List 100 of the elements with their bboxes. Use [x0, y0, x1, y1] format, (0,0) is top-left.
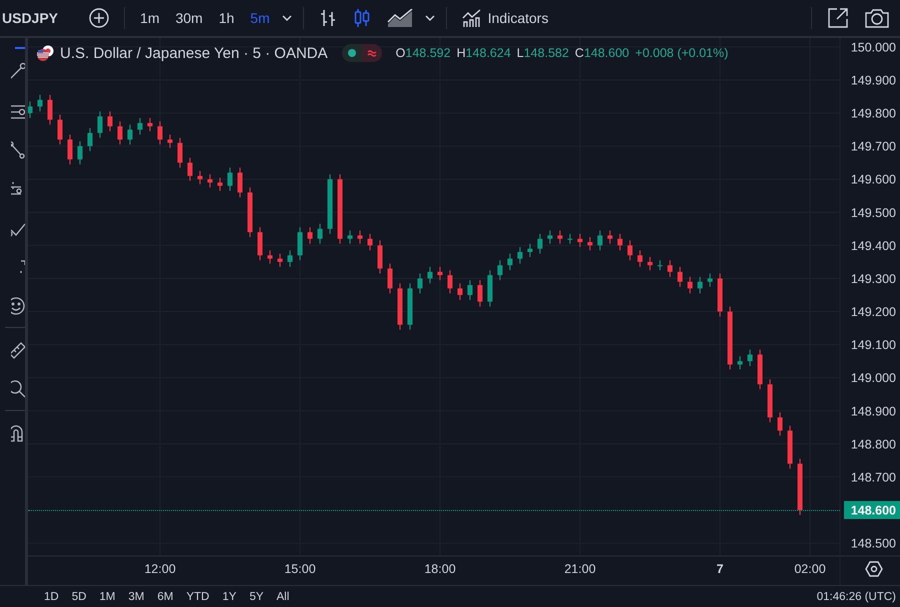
- time-label: 15:00: [284, 562, 316, 576]
- bars-icon: [318, 8, 337, 28]
- range-button[interactable]: 1Y: [222, 590, 236, 602]
- candle: [278, 253, 282, 268]
- candle: [498, 260, 502, 281]
- candles-icon: [352, 8, 371, 28]
- candle: [658, 260, 662, 271]
- interval-button[interactable]: 30m: [170, 6, 208, 30]
- candle: [488, 270, 492, 308]
- candle: [298, 226, 302, 261]
- time-label: 18:00: [424, 562, 456, 576]
- interval-button[interactable]: 5m: [245, 6, 275, 30]
- candle: [358, 230, 362, 244]
- price-label: 150.000: [850, 40, 896, 54]
- ohlc-value: L148.582: [516, 46, 569, 60]
- candle: [148, 118, 152, 132]
- price-label: 148.900: [850, 404, 896, 418]
- candle: [108, 110, 112, 132]
- interval-button[interactable]: 1m: [135, 6, 164, 30]
- candle: [68, 134, 72, 165]
- dot-icon: [348, 49, 356, 57]
- price-label: 149.100: [850, 338, 896, 352]
- ohlc-value: O148.592: [396, 46, 451, 60]
- time-label: 21:00: [564, 562, 596, 576]
- settings-icon[interactable]: [865, 561, 883, 577]
- candle: [218, 177, 222, 192]
- candle: [458, 282, 462, 300]
- candle: [618, 233, 622, 251]
- candle: [88, 127, 92, 152]
- range-button[interactable]: 3M: [128, 590, 144, 602]
- candle: [128, 124, 132, 145]
- camera-icon: [865, 8, 889, 28]
- price-label: 149.900: [850, 74, 896, 88]
- candle: [158, 120, 162, 145]
- range-button[interactable]: YTD: [186, 590, 210, 602]
- price-label: 149.000: [850, 371, 896, 386]
- candle: [478, 280, 482, 308]
- candle: [688, 276, 692, 294]
- candle: [238, 167, 242, 198]
- candle: [798, 458, 802, 516]
- area-chart-icon: [386, 9, 413, 27]
- candle: [168, 134, 172, 148]
- status-pill[interactable]: [342, 44, 382, 62]
- price-label: 149.700: [850, 140, 896, 154]
- crosshair-icon[interactable]: [15, 44, 25, 52]
- candle: [228, 167, 232, 192]
- candle: [668, 260, 672, 278]
- candle: [708, 273, 712, 288]
- candle: [318, 223, 322, 244]
- indicators-button[interactable]: Indicators: [456, 4, 554, 32]
- range-button[interactable]: 1D: [44, 590, 59, 602]
- range-button[interactable]: All: [276, 590, 290, 602]
- candle: [718, 273, 722, 317]
- price-label: 149.800: [850, 106, 896, 121]
- candle: [778, 412, 782, 436]
- time-label: 12:00: [144, 562, 176, 576]
- clock-time[interactable]: 01:46:26 (UTC): [816, 590, 896, 602]
- symbol-name[interactable]: USDJPY: [0, 10, 78, 26]
- candle: [788, 425, 792, 470]
- candle: [268, 250, 272, 264]
- price-label: 148.800: [850, 437, 896, 452]
- candle: [648, 256, 652, 271]
- chevron-down-icon[interactable]: [280, 14, 293, 22]
- candle: [558, 230, 562, 244]
- candle: [548, 230, 552, 244]
- flag-icon: [36, 45, 54, 61]
- interval-button[interactable]: 1h: [214, 6, 240, 30]
- candle: [188, 157, 192, 182]
- range-button[interactable]: 5D: [72, 590, 86, 602]
- candle: [538, 233, 542, 254]
- candle: [588, 236, 592, 251]
- candle: [628, 240, 632, 261]
- candle: [758, 349, 762, 390]
- chevron-down-icon[interactable]: [424, 14, 436, 22]
- price-change: +0.008 (+0.01%): [635, 46, 728, 60]
- candle: [348, 230, 352, 244]
- candle: [198, 170, 202, 185]
- time-label: 7: [716, 562, 724, 576]
- range-button[interactable]: 1M: [99, 590, 116, 602]
- popout-icon: [827, 7, 849, 29]
- candle: [598, 230, 602, 251]
- candle: [398, 282, 402, 330]
- range-button[interactable]: 6M: [157, 590, 174, 602]
- wave-icon: [366, 49, 377, 57]
- time-label: 02:00: [794, 562, 826, 576]
- candle: [438, 266, 442, 281]
- candle: [378, 240, 382, 274]
- price-label: 148.700: [850, 470, 896, 484]
- candle: [508, 253, 512, 271]
- range-button[interactable]: 5Y: [249, 590, 264, 602]
- candle: [408, 282, 412, 330]
- candle: [578, 233, 582, 248]
- candle: [48, 94, 52, 126]
- candle: [258, 226, 262, 261]
- candle: [638, 250, 642, 268]
- candle: [768, 378, 772, 423]
- symbol-title: U.S. Dollar / Japanese Yen · 5 · OANDA: [60, 44, 328, 62]
- candle: [468, 280, 472, 300]
- candle: [388, 263, 392, 294]
- candle: [568, 233, 572, 244]
